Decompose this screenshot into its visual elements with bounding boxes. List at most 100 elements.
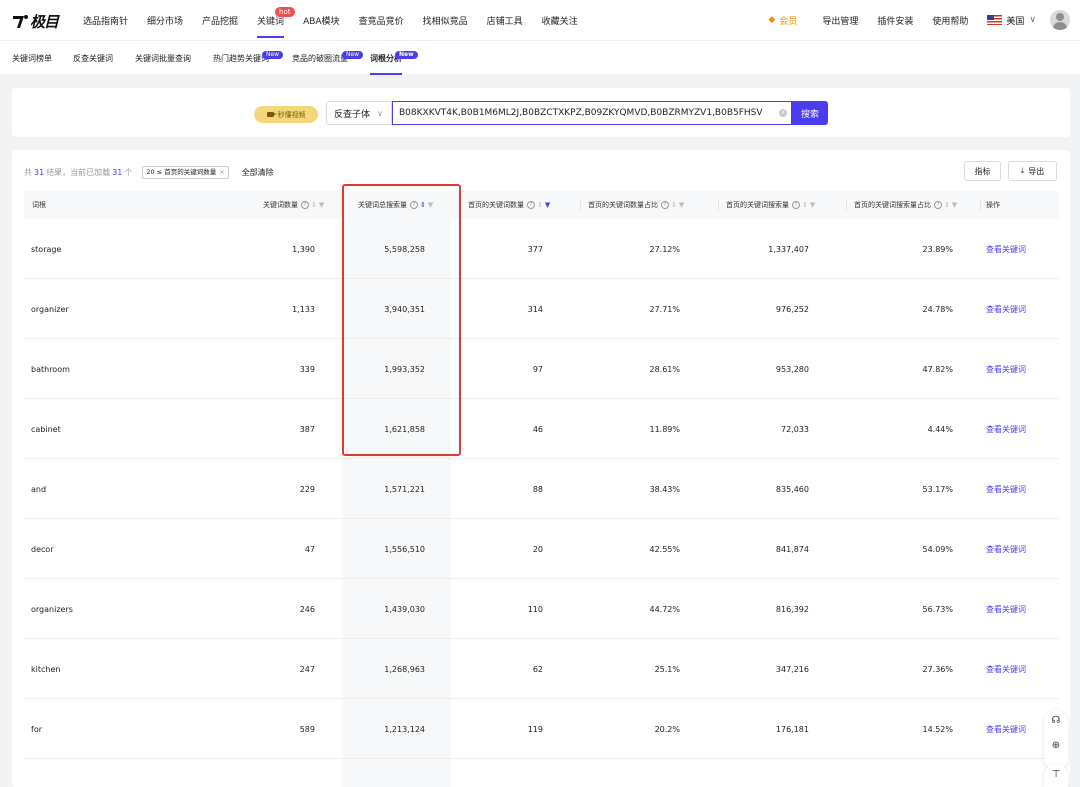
back-to-top-icon[interactable]: ⊤ <box>1044 764 1068 787</box>
headset-icon[interactable]: ☊ <box>1050 715 1062 727</box>
nav-right: ◆ 会员 导出管理 插件安装 使用帮助 美国 ∨ <box>768 0 1080 40</box>
header-first-page-keyword-share[interactable]: 首页的关键词数量占比 ? ⇕ ▼ <box>580 191 684 219</box>
export-management-link[interactable]: 导出管理 <box>822 14 858 27</box>
cell-keyword-count: 589 <box>299 724 315 734</box>
view-keywords-link[interactable]: 查看关键词 <box>986 219 1026 279</box>
region-selector[interactable]: 美国 ∨ <box>987 14 1036 27</box>
main-nav: 选品指南针 细分市场 产品挖掘 关键词 hot ABA模块 查竞品竞价 找相似竞… <box>83 0 578 40</box>
nav-item-store-tools[interactable]: 店铺工具 <box>487 0 523 40</box>
view-keywords-link[interactable]: 查看关键词 <box>986 459 1026 519</box>
nav-item-product-mining[interactable]: 产品挖掘 <box>202 0 238 40</box>
clear-all-button[interactable]: 全部清除 <box>242 167 274 178</box>
table-row: organizers 246 1,439,030 110 44.72% 816,… <box>24 579 1059 639</box>
question-icon[interactable]: ? <box>792 201 800 209</box>
cell-first-page-keywords: 46 <box>532 424 543 434</box>
globe-icon[interactable]: ⊕ <box>1050 740 1062 752</box>
close-icon[interactable]: × <box>219 167 224 178</box>
tab-trending-keywords[interactable]: 热门趋势关键词 New <box>213 41 284 75</box>
view-keywords-link[interactable]: 查看关键词 <box>986 639 1026 699</box>
view-keywords-link[interactable]: 查看关键词 <box>986 579 1026 639</box>
plugin-install-link[interactable]: 插件安装 <box>877 14 913 27</box>
tab-breakout-traffic[interactable]: 竞品的破圈流量 New <box>292 41 364 75</box>
new-badge: New <box>342 51 364 59</box>
sort-icon[interactable]: ⇕ <box>671 201 677 209</box>
view-keywords-link[interactable]: 查看关键词 <box>986 519 1026 579</box>
question-icon[interactable]: ? <box>301 201 309 209</box>
sort-icon[interactable]: ⇕ <box>311 201 317 209</box>
question-icon[interactable]: ? <box>527 201 535 209</box>
nav-item-selection-guide[interactable]: 选品指南针 <box>83 0 128 40</box>
asin-search-input[interactable]: B08KXKVT4K,B0B1M6ML2J,B0BZCTXKPZ,B09ZKYQ… <box>392 101 792 125</box>
cell-total-search: 1,571,221 <box>384 484 425 494</box>
result-summary: 共 31 结果，当前已加载 31 个 20 ≤ 首页的关键词数量 × 全部清除 <box>24 166 274 179</box>
header-first-page-search[interactable]: 首页的关键词搜索量 ? ⇕ ▼ <box>718 191 815 219</box>
cell-keyword-count: 246 <box>299 604 315 614</box>
sort-icon[interactable]: ⇕ <box>537 201 543 209</box>
cell-root: kitchen <box>31 664 61 674</box>
cell-first-page-search-share: 27.36% <box>922 664 953 674</box>
tab-root-analysis[interactable]: 词根分析 New <box>370 41 418 75</box>
cell-keyword-count: 339 <box>299 364 315 374</box>
brand-logo[interactable]: 极目 <box>11 10 63 32</box>
logo-text: 极目 <box>30 12 59 31</box>
active-filter-tag[interactable]: 20 ≤ 首页的关键词数量 × <box>142 166 229 179</box>
header-first-page-search-share[interactable]: 首页的关键词搜索量占比 ? ⇕ ▼ <box>846 191 957 219</box>
cell-first-page-keywords: 119 <box>527 724 543 734</box>
cell-first-page-keyword-share: 38.43% <box>649 484 680 494</box>
filter-icon[interactable]: ▼ <box>545 201 550 209</box>
cell-first-page-keywords: 377 <box>527 244 543 254</box>
search-type-value: 反查子体 <box>334 109 371 120</box>
filter-icon[interactable]: ▼ <box>810 201 815 209</box>
tab-reverse-keyword[interactable]: 反查关键词 <box>73 41 113 75</box>
table-row: organizer 1,133 3,940,351 314 27.71% 976… <box>24 279 1059 339</box>
filter-icon[interactable]: ▼ <box>679 201 684 209</box>
nav-item-aba[interactable]: ABA模块 <box>303 0 340 40</box>
search-type-select[interactable]: 反查子体 ∨ <box>326 101 392 125</box>
nav-item-similar-products[interactable]: 找相似竞品 <box>423 0 468 40</box>
member-link[interactable]: ◆ 会员 <box>768 14 797 27</box>
cell-keyword-count: 387 <box>299 424 315 434</box>
cell-first-page-search: 976,252 <box>775 304 809 314</box>
view-keywords-link[interactable]: 查看关键词 <box>986 279 1026 339</box>
sort-icon[interactable]: ⇕ <box>944 201 950 209</box>
nav-item-niche-market[interactable]: 细分市场 <box>147 0 183 40</box>
export-button[interactable]: ⤓ 导出 <box>1008 161 1057 181</box>
help-link[interactable]: 使用帮助 <box>932 14 968 27</box>
view-keywords-link[interactable]: 查看关键词 <box>986 399 1026 459</box>
cell-first-page-keywords: 88 <box>532 484 543 494</box>
header-root: 词根 <box>32 191 46 219</box>
tab-keyword-ranking[interactable]: 关键词榜单 <box>12 41 52 75</box>
table-header: 词根 关键词数量 ? ⇕ ▼ 关键词总搜索量 ? ⇕ ▼ 首页的关键词数量 ? … <box>24 191 1059 219</box>
header-label: 词根 <box>32 201 46 209</box>
view-keywords-link[interactable]: 查看关键词 <box>986 339 1026 399</box>
header-first-page-keywords[interactable]: 首页的关键词数量 ? ⇕ ▼ <box>468 191 550 219</box>
sort-icon[interactable]: ⇕ <box>802 201 808 209</box>
tab-batch-query[interactable]: 关键词批量查询 <box>135 41 191 75</box>
column-divider <box>718 200 719 210</box>
cell-first-page-search-share: 14.52% <box>922 724 953 734</box>
metrics-button[interactable]: 指标 <box>964 161 1001 181</box>
cell-first-page-search: 176,181 <box>775 724 809 734</box>
nav-item-favorites[interactable]: 收藏关注 <box>542 0 578 40</box>
filter-icon[interactable]: ▼ <box>319 201 324 209</box>
cell-first-page-keyword-share: 27.71% <box>649 304 680 314</box>
cell-keyword-count: 1,133 <box>292 304 315 314</box>
nav-label: 选品指南针 <box>83 16 129 27</box>
tutorial-video-button[interactable]: 秒懂视频 <box>254 106 318 123</box>
export-label: 导出 <box>1028 166 1045 176</box>
search-button[interactable]: 搜索 <box>792 101 828 125</box>
table-row: kitchen 247 1,268,963 62 25.1% 347,216 2… <box>24 639 1059 699</box>
question-icon[interactable]: ? <box>661 201 669 209</box>
nav-item-keywords[interactable]: 关键词 hot <box>257 0 295 40</box>
view-keywords-link[interactable]: 查看关键词 <box>986 699 1026 759</box>
header-label: 首页的关键词数量占比 <box>588 201 658 209</box>
nav-label: 细分市场 <box>147 16 184 27</box>
header-keyword-count[interactable]: 关键词数量 ? ⇕ ▼ <box>263 191 324 219</box>
clear-icon[interactable]: × <box>779 109 787 117</box>
user-avatar[interactable] <box>1050 10 1070 30</box>
question-icon[interactable]: ? <box>934 201 942 209</box>
filter-icon[interactable]: ▼ <box>952 201 957 209</box>
cell-root: decor <box>31 544 54 554</box>
cell-root: organizer <box>31 304 69 314</box>
nav-item-competitor-bid[interactable]: 查竞品竞价 <box>359 0 404 40</box>
